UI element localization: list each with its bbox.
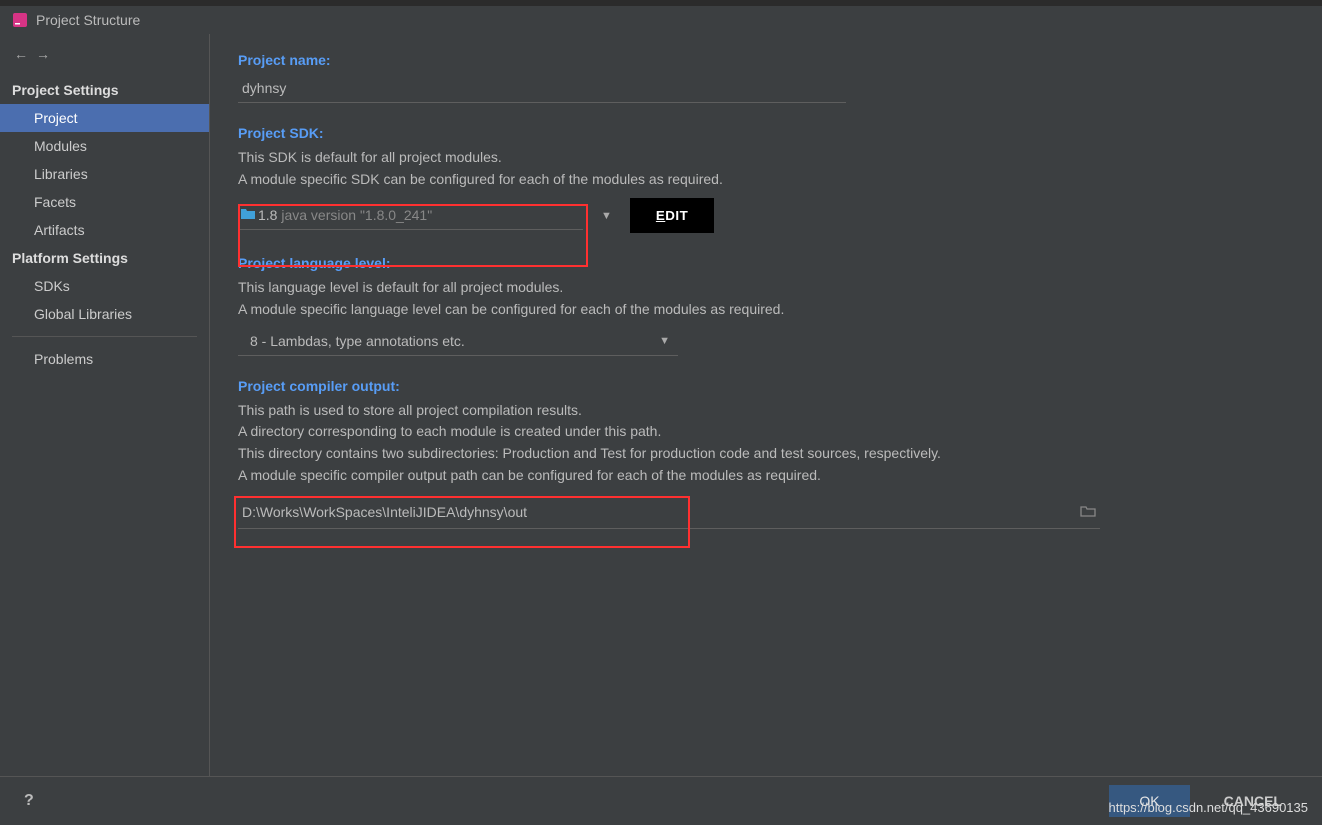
dialog-footer: ? OK CANCEL bbox=[0, 776, 1322, 825]
lang-desc-1: This language level is default for all p… bbox=[238, 277, 1294, 299]
compiler-output-path[interactable]: D:\Works\WorkSpaces\InteliJIDEA\dyhnsy\o… bbox=[242, 504, 1080, 520]
sidebar-item-project[interactable]: Project bbox=[0, 104, 209, 132]
window-titlebar: Project Structure bbox=[0, 6, 1322, 34]
sidebar-item-sdks[interactable]: SDKs bbox=[0, 272, 209, 300]
out-desc-3: This directory contains two subdirectori… bbox=[238, 443, 1294, 465]
sidebar: ← → Project Settings Project Modules Lib… bbox=[0, 34, 210, 776]
forward-arrow-icon[interactable]: → bbox=[36, 46, 50, 62]
sidebar-section-project-settings: Project Settings bbox=[0, 76, 209, 104]
help-button[interactable]: ? bbox=[24, 792, 34, 810]
sdk-desc-1: This SDK is default for all project modu… bbox=[238, 147, 1294, 169]
sidebar-separator bbox=[12, 336, 197, 337]
browse-folder-icon[interactable] bbox=[1080, 503, 1096, 522]
lang-desc-2: A module specific language level can be … bbox=[238, 299, 1294, 321]
sidebar-section-platform-settings: Platform Settings bbox=[0, 244, 209, 272]
window-title: Project Structure bbox=[36, 12, 140, 28]
sidebar-item-global-libraries[interactable]: Global Libraries bbox=[0, 300, 209, 328]
sdk-desc-2: A module specific SDK can be configured … bbox=[238, 169, 1294, 191]
back-arrow-icon[interactable]: ← bbox=[14, 46, 28, 62]
cancel-button[interactable]: CANCEL bbox=[1208, 785, 1298, 817]
compiler-output-label: Project compiler output: bbox=[238, 378, 1294, 394]
main-content: Project name: Project SDK: This SDK is d… bbox=[210, 34, 1322, 776]
folder-icon bbox=[240, 206, 256, 225]
language-level-label: Project language level: bbox=[238, 255, 1294, 271]
project-name-label: Project name: bbox=[238, 52, 1294, 68]
project-name-input[interactable] bbox=[238, 74, 846, 103]
sdk-version-detail: java version "1.8.0_241" bbox=[281, 207, 432, 223]
chevron-down-icon: ▼ bbox=[659, 335, 670, 347]
sidebar-item-facets[interactable]: Facets bbox=[0, 188, 209, 216]
out-desc-4: A module specific compiler output path c… bbox=[238, 465, 1294, 487]
language-level-dropdown[interactable]: 8 - Lambdas, type annotations etc. ▼ bbox=[238, 327, 678, 356]
chevron-down-icon[interactable]: ▼ bbox=[601, 210, 612, 222]
sidebar-item-problems[interactable]: Problems bbox=[0, 345, 209, 373]
sdk-dropdown[interactable]: 1.8 java version "1.8.0_241" bbox=[238, 201, 583, 230]
ok-button[interactable]: OK bbox=[1109, 785, 1189, 817]
sdk-version: 1.8 bbox=[258, 207, 277, 223]
project-sdk-label: Project SDK: bbox=[238, 125, 1294, 141]
out-desc-1: This path is used to store all project c… bbox=[238, 400, 1294, 422]
sidebar-item-artifacts[interactable]: Artifacts bbox=[0, 216, 209, 244]
out-desc-2: A directory corresponding to each module… bbox=[238, 421, 1294, 443]
sidebar-item-libraries[interactable]: Libraries bbox=[0, 160, 209, 188]
language-level-value: 8 - Lambdas, type annotations etc. bbox=[250, 333, 465, 349]
edit-sdk-button[interactable]: EDIT bbox=[630, 198, 714, 233]
app-icon bbox=[12, 12, 28, 28]
sidebar-item-modules[interactable]: Modules bbox=[0, 132, 209, 160]
